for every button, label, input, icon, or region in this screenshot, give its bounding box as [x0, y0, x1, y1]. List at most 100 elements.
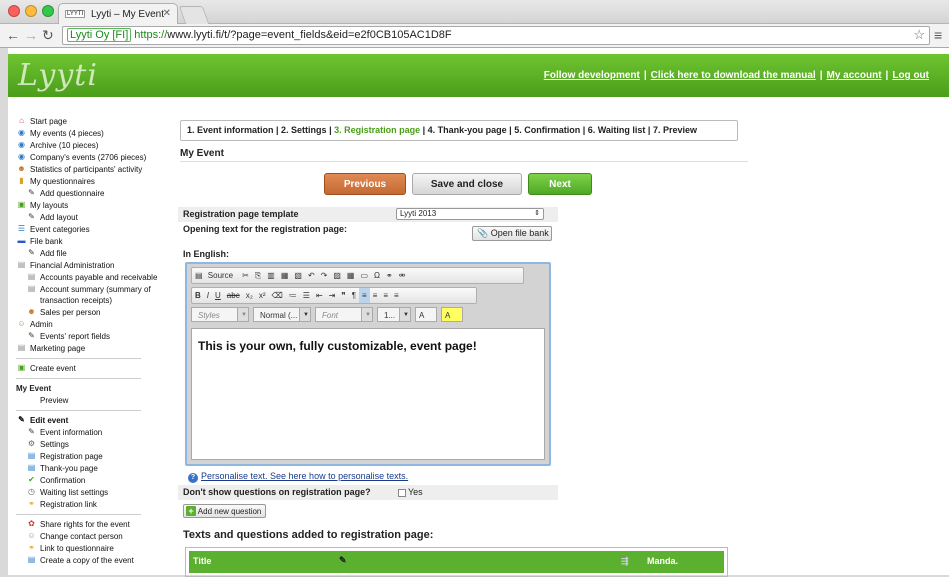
- sidebar-item-registration-page[interactable]: ▤ Registration page: [16, 451, 166, 462]
- sidebar-item-add-layout[interactable]: ✎ Add layout: [16, 212, 166, 223]
- bold-icon[interactable]: B: [192, 288, 204, 303]
- sidebar-item-link-to-questionnaire[interactable]: ⚭ Link to questionnaire: [16, 543, 166, 554]
- text-color-icon[interactable]: A: [415, 307, 437, 322]
- align-right-icon[interactable]: ≡: [380, 288, 391, 303]
- sidebar-item-archive-10-pieces[interactable]: ◉ Archive (10 pieces): [16, 140, 166, 151]
- italic-icon[interactable]: I: [204, 288, 212, 303]
- open-file-bank-button[interactable]: 📎 Open file bank: [472, 226, 552, 241]
- cut-icon[interactable]: ✂: [239, 268, 252, 283]
- styles-dropdown[interactable]: Styles ▼: [191, 307, 249, 322]
- step-tab-4[interactable]: 4. Thank-you page: [428, 125, 507, 135]
- format-dropdown[interactable]: Normal (... ▼: [253, 307, 311, 322]
- align-left-icon[interactable]: ≡: [358, 288, 370, 303]
- sidebar-item-events-report-fields[interactable]: ✎ Events' report fields: [16, 331, 166, 342]
- sidebar-item-event-information[interactable]: ✎ Event information: [16, 427, 166, 438]
- my-account-link[interactable]: My account: [827, 70, 882, 81]
- sidebar-item-add-questionnaire[interactable]: ✎ Add questionnaire: [16, 188, 166, 199]
- sidebar-item-create-a-copy-of-the-event[interactable]: ▤ Create a copy of the event: [16, 555, 166, 566]
- sidebar-item-marketing-page[interactable]: ▤ Marketing page: [16, 343, 166, 354]
- next-button[interactable]: Next: [528, 173, 592, 195]
- subscript-icon[interactable]: x₂: [243, 288, 256, 303]
- link-icon[interactable]: ⚭: [383, 268, 396, 283]
- sidebar-item-start-page[interactable]: ⌂ Start page: [16, 116, 166, 127]
- follow-development-link[interactable]: Follow development: [544, 70, 640, 81]
- source-button[interactable]: ▤ Source: [192, 268, 239, 283]
- numbered-list-icon[interactable]: ≔: [286, 288, 300, 303]
- forward-arrow-icon[interactable]: →: [24, 27, 38, 43]
- sidebar-item-confirmation[interactable]: ✔ Confirmation: [16, 475, 166, 486]
- sidebar-item-waiting-list-settings[interactable]: ◷ Waiting list settings: [16, 487, 166, 498]
- sidebar-item-event-categories[interactable]: ☰ Event categories: [16, 224, 166, 235]
- copy-icon[interactable]: ⎘: [252, 268, 264, 283]
- browser-menu-icon[interactable]: ≡: [934, 27, 942, 43]
- sidebar-item-my-events-4-pieces[interactable]: ◉ My events (4 pieces): [16, 128, 166, 139]
- outdent-icon[interactable]: ⇤: [313, 288, 326, 303]
- sidebar-item-financial-administration[interactable]: ▤ Financial Administration: [16, 260, 166, 271]
- step-tab-6[interactable]: 6. Waiting list: [588, 125, 646, 135]
- horizontal-rule-icon[interactable]: ▭: [357, 268, 371, 283]
- bullet-list-icon[interactable]: ☰: [300, 288, 313, 303]
- image-icon[interactable]: ▨: [330, 268, 344, 283]
- checkbox-icon[interactable]: [398, 488, 406, 497]
- previous-button[interactable]: Previous: [324, 173, 406, 195]
- paste-text-icon[interactable]: ▦: [278, 268, 292, 283]
- editor-content[interactable]: This is your own, fully customizable, ev…: [191, 328, 545, 460]
- sidebar-item-add-file[interactable]: ✎ Add file: [16, 248, 166, 259]
- log-out-link[interactable]: Log out: [892, 70, 929, 81]
- paste-word-icon[interactable]: ▧: [291, 268, 305, 283]
- sidebar-item-file-bank[interactable]: ▬ File bank: [16, 236, 166, 247]
- personalise-link[interactable]: Personalise text. See here how to person…: [201, 471, 408, 481]
- sidebar-item-preview[interactable]: Preview: [16, 395, 166, 406]
- step-tab-1[interactable]: 1. Event information: [187, 125, 274, 135]
- back-arrow-icon[interactable]: ←: [6, 27, 20, 43]
- unlink-icon[interactable]: ⚮: [396, 268, 409, 283]
- table-icon[interactable]: ▦: [344, 268, 358, 283]
- strike-icon[interactable]: abc: [224, 288, 243, 303]
- sidebar-item-thank-you-page[interactable]: ▤ Thank-you page: [16, 463, 166, 474]
- browser-tab[interactable]: LYYTI Lyyti – My Event ✕: [58, 3, 178, 24]
- font-dropdown[interactable]: Font ▼: [315, 307, 373, 322]
- size-dropdown[interactable]: 1... ▼: [377, 307, 411, 322]
- justify-icon[interactable]: ≡: [391, 288, 402, 303]
- sidebar-item-accounts-payable-and-receivable[interactable]: ▤ Accounts payable and receivable: [16, 272, 166, 283]
- underline-icon[interactable]: U: [212, 288, 224, 303]
- download-manual-link[interactable]: Click here to download the manual: [651, 70, 816, 81]
- sidebar-item-settings[interactable]: ⚙ Settings: [16, 439, 166, 450]
- special-char-icon[interactable]: Ω: [371, 268, 383, 283]
- lyyti-logo[interactable]: Lyyti: [18, 58, 98, 93]
- step-tab-5[interactable]: 5. Confirmation: [514, 125, 580, 135]
- save-and-close-button[interactable]: Save and close: [412, 173, 522, 195]
- new-tab-button[interactable]: [178, 6, 210, 24]
- sidebar-item-account-summary-summary-of-transaction-receipts[interactable]: ▤ Account summary (summary of transaction…: [16, 284, 166, 306]
- remove-format-icon[interactable]: ⌫: [268, 288, 285, 303]
- bg-color-icon[interactable]: A: [441, 307, 463, 322]
- sidebar-item-create-event[interactable]: ▣ Create event: [16, 363, 166, 374]
- sidebar-item-company-s-events-2706-pieces[interactable]: ◉ Company's events (2706 pieces): [16, 152, 166, 163]
- sidebar-item-my-layouts[interactable]: ▣ My layouts: [16, 200, 166, 211]
- step-tab-3[interactable]: 3. Registration page: [334, 125, 420, 135]
- reload-icon[interactable]: ↻: [42, 27, 54, 44]
- template-select[interactable]: Lyyti 2013 ⇕: [396, 208, 544, 220]
- address-bar[interactable]: Lyyti Oy [FI] https://www.lyyti.fi/t/?pag…: [62, 26, 930, 45]
- sidebar-item-my-questionnaires[interactable]: ▮ My questionnaires: [16, 176, 166, 187]
- align-center-icon[interactable]: ≡: [370, 288, 381, 303]
- add-new-question-button[interactable]: + Add new question: [183, 504, 266, 518]
- step-tab-2[interactable]: 2. Settings: [281, 125, 327, 135]
- ev-certificate-badge[interactable]: Lyyti Oy [FI]: [67, 28, 132, 42]
- paste-icon[interactable]: ▥: [264, 268, 278, 283]
- superscript-icon[interactable]: x²: [256, 288, 269, 303]
- minimize-window-button[interactable]: [25, 5, 37, 17]
- sidebar-item-statistics-of-participants-activity[interactable]: ☻ Statistics of participants' activity: [16, 164, 166, 175]
- step-tab-7[interactable]: 7. Preview: [653, 125, 697, 135]
- sidebar-item-share-rights-for-the-event[interactable]: ✿ Share rights for the event: [16, 519, 166, 530]
- div-icon[interactable]: ¶: [349, 288, 359, 303]
- close-icon[interactable]: ✕: [163, 8, 171, 19]
- zoom-window-button[interactable]: [42, 5, 54, 17]
- redo-icon[interactable]: ↷: [318, 268, 331, 283]
- dont-show-checkbox[interactable]: Yes: [398, 487, 423, 497]
- sidebar-item-admin[interactable]: ☺ Admin: [16, 319, 166, 330]
- undo-icon[interactable]: ↶: [305, 268, 318, 283]
- bookmark-star-icon[interactable]: ☆: [913, 27, 925, 43]
- close-window-button[interactable]: [8, 5, 20, 17]
- sidebar-item-change-contact-person[interactable]: ☺ Change contact person: [16, 531, 166, 542]
